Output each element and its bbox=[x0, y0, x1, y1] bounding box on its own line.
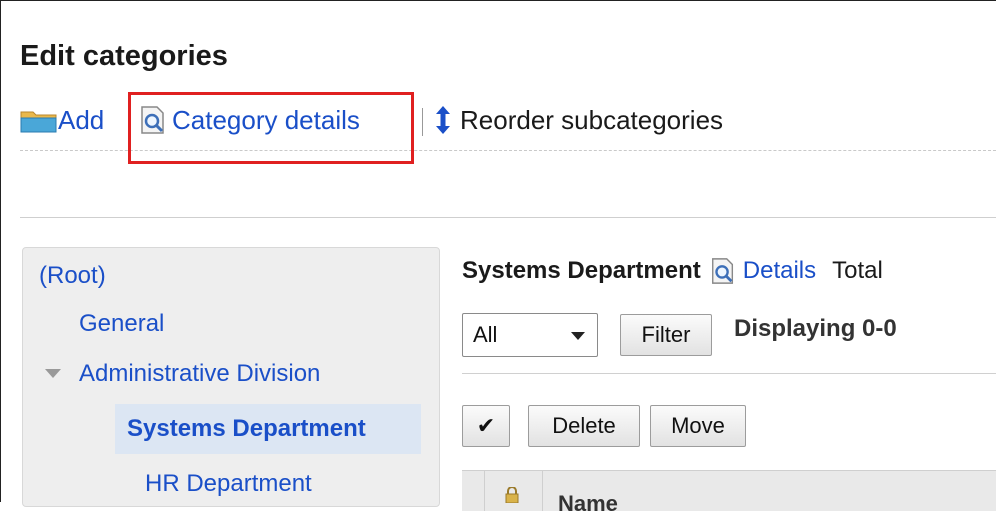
reorder-arrows-icon bbox=[436, 106, 450, 134]
total-label: Total bbox=[832, 257, 883, 284]
details-link[interactable]: Details bbox=[743, 257, 816, 285]
displaying-count: Displaying 0-0 bbox=[734, 315, 897, 342]
filter-select[interactable]: All bbox=[462, 313, 598, 357]
tree-item-systems-department[interactable]: Systems Department bbox=[115, 404, 421, 454]
chevron-down-icon bbox=[571, 332, 585, 340]
highlight-box bbox=[128, 92, 414, 164]
expand-triangle-icon[interactable] bbox=[45, 369, 61, 378]
folder-add-icon bbox=[20, 111, 57, 133]
add-label: Add bbox=[58, 104, 105, 135]
reorder-subcategories-label: Reorder subcategories bbox=[460, 104, 724, 135]
tree-item-root[interactable]: (Root) bbox=[39, 262, 106, 290]
tree-item-hr-department[interactable]: HR Department bbox=[145, 470, 312, 498]
section-divider bbox=[20, 217, 996, 218]
window-frame-top bbox=[0, 0, 996, 1]
tree-item-administrative-division[interactable]: Administrative Division bbox=[79, 360, 320, 388]
select-all-button[interactable]: ✔ bbox=[462, 405, 510, 447]
category-name: Systems Department bbox=[462, 257, 701, 284]
category-tree: (Root) General Administrative Division S… bbox=[22, 247, 440, 507]
reorder-subcategories-link[interactable]: Reorder subcategories bbox=[432, 100, 723, 140]
move-button[interactable]: Move bbox=[650, 405, 746, 447]
category-header: Systems Department Details Total bbox=[462, 251, 883, 291]
toolbar-separator bbox=[422, 108, 423, 136]
column-header-name[interactable]: Name bbox=[558, 491, 618, 517]
delete-button[interactable]: Delete bbox=[528, 405, 640, 447]
document-search-icon[interactable] bbox=[709, 256, 737, 286]
window-frame-left bbox=[0, 0, 1, 502]
add-category-link[interactable]: Add bbox=[20, 100, 104, 140]
category-content: Systems Department Details Total All Fil… bbox=[462, 247, 996, 516]
tree-item-general[interactable]: General bbox=[79, 310, 164, 338]
column-divider bbox=[484, 471, 485, 511]
page-title: Edit categories bbox=[20, 40, 228, 72]
filter-button[interactable]: Filter bbox=[620, 314, 712, 356]
content-divider bbox=[462, 373, 996, 374]
lock-icon bbox=[505, 487, 519, 503]
column-divider bbox=[542, 471, 543, 511]
filter-select-value: All bbox=[473, 322, 498, 347]
table-header: Name bbox=[462, 470, 996, 516]
